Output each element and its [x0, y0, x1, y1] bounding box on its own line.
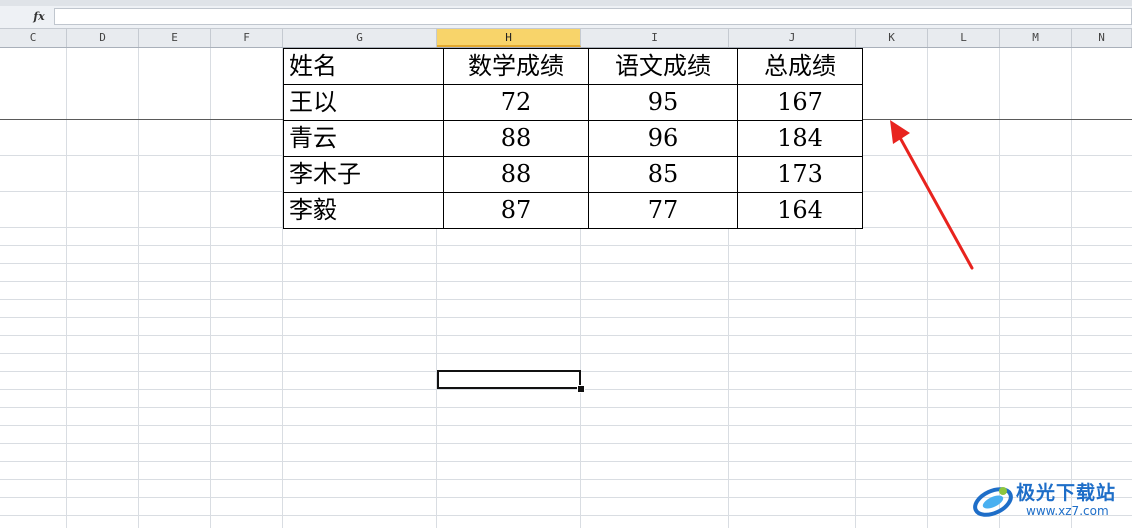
watermark-brand: 极光下载站 — [1016, 482, 1117, 504]
annotation-arrow-icon — [890, 120, 974, 270]
watermark-url: www.xz7.com — [1026, 504, 1109, 518]
aurora-logo-icon — [973, 487, 1013, 517]
watermark-logo: 极光下载站 www.xz7.com — [968, 474, 1132, 528]
